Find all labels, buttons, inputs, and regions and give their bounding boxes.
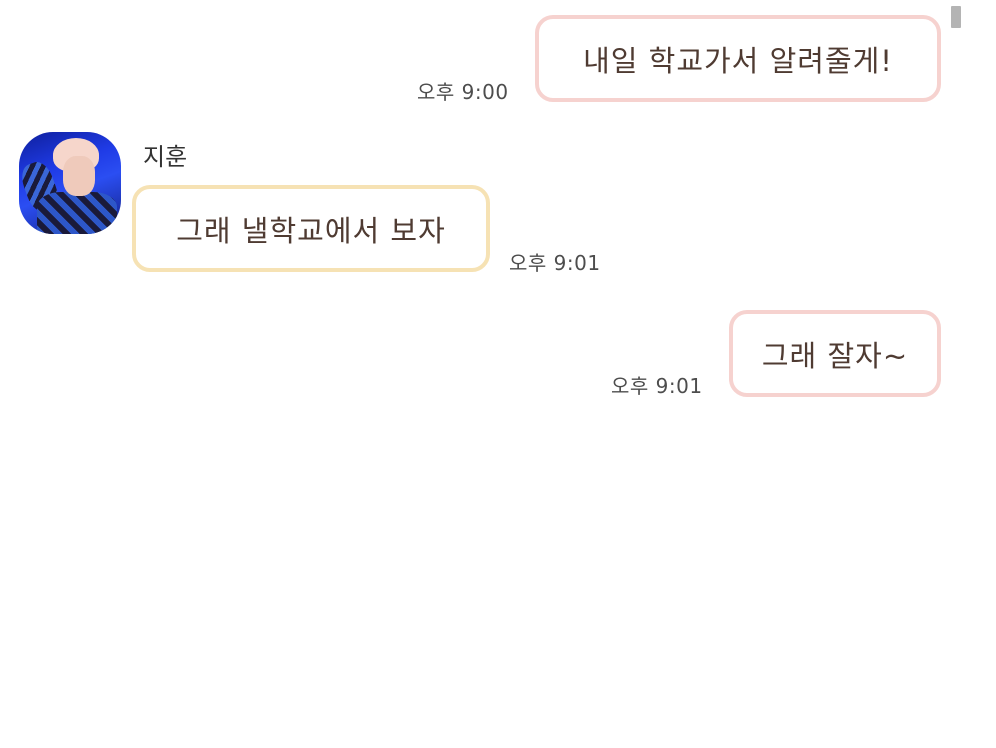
my-message-bubble[interactable]: 그래 잘자~ xyxy=(729,310,941,397)
message-time: 오후 9:01 xyxy=(509,251,601,275)
my-message-bubble[interactable]: 내일 학교가서 알려줄게! xyxy=(535,15,941,102)
their-message-bubble[interactable]: 그래 낼학교에서 보자 xyxy=(132,185,490,272)
avatar[interactable] xyxy=(19,132,121,234)
message-time: 오후 9:01 xyxy=(611,374,703,398)
message-time: 오후 9:00 xyxy=(417,80,509,104)
sender-name: 지훈 xyxy=(143,143,188,171)
scrollbar[interactable] xyxy=(951,6,961,28)
